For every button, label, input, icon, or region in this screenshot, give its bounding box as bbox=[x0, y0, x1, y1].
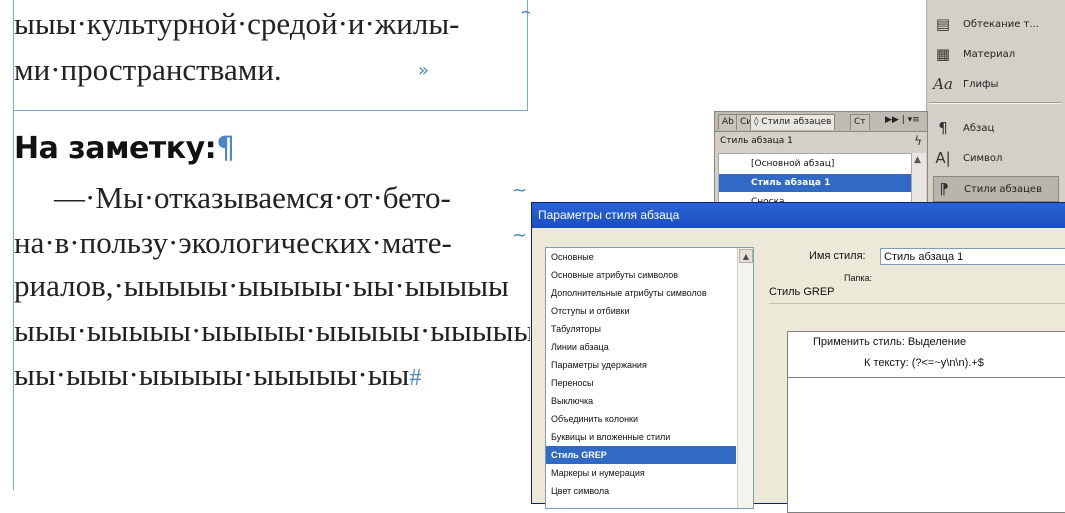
palette-tabs: Ab Си ◊ Стили абзацев Ст ▶▶ | ▾≡ bbox=[715, 112, 927, 132]
folder-label: Папка: bbox=[844, 273, 872, 283]
text-line-1[interactable]: ыыы·культурной·средой·и·жилы- bbox=[14, 6, 459, 42]
category-scrollbar[interactable]: ▲ bbox=[737, 248, 753, 508]
category-item[interactable]: Объединить колонки bbox=[546, 410, 736, 428]
body-line-3[interactable]: риалов,·ыыыыы·ыыыыы·ыы·ыыыыы bbox=[14, 268, 509, 304]
panel-item-label: Абзац bbox=[963, 122, 995, 134]
text-line-2[interactable]: ми·пространствами. bbox=[14, 52, 282, 88]
style-name-input[interactable] bbox=[880, 248, 1065, 265]
hyphen-marker-2: ~ bbox=[512, 180, 528, 201]
category-item[interactable]: Буквицы и вложенные стили bbox=[546, 428, 736, 446]
dialog-titlebar[interactable]: Параметры стиля абзаца bbox=[532, 203, 1065, 228]
body-line-1[interactable]: —·Мы·отказываемся·от·бето- bbox=[54, 180, 451, 216]
tools-panel: ▤ Обтекание т... ▦ Материал Aa Глифы ¶ А… bbox=[926, 0, 1065, 205]
category-item[interactable]: Линии абзаца bbox=[546, 338, 736, 356]
panel-separator bbox=[929, 102, 1062, 104]
style-item-style1[interactable]: Стиль абзаца 1 bbox=[719, 174, 912, 192]
section-title: Стиль GREP bbox=[769, 286, 835, 298]
anchor-marker: » bbox=[418, 60, 430, 81]
panel-item-paragraph-styles[interactable]: ⁋ Стили абзацев bbox=[933, 176, 1059, 202]
category-item[interactable]: Маркеры и нумерация bbox=[546, 464, 736, 482]
text-frame-bottom-edge bbox=[13, 110, 528, 111]
panel-item-label: Материал bbox=[963, 48, 1016, 60]
category-item[interactable]: Выключка bbox=[546, 392, 736, 410]
category-item[interactable]: Параметры удержания bbox=[546, 356, 736, 374]
heading-note[interactable]: На заметку:¶ bbox=[14, 131, 235, 166]
body-line-2[interactable]: на·в·пользу·экологических·мате- bbox=[14, 225, 452, 261]
glyphs-icon: Aa bbox=[933, 75, 953, 93]
palette-menu-icon[interactable]: ▶▶ | ▾≡ bbox=[885, 115, 920, 125]
text-wrap-icon: ▤ bbox=[935, 15, 951, 33]
body-line-4[interactable]: ыыы·ыыыыы·ыыыыы·ыыыыы·ыыыыы bbox=[14, 313, 530, 349]
end-of-story-mark: # bbox=[409, 365, 422, 391]
styles-list[interactable]: [Основной абзац] Стиль абзаца 1 Сноска bbox=[718, 153, 913, 207]
document-page[interactable]: ыыы·культурной·средой·и·жилы- ми·простра… bbox=[0, 0, 530, 490]
paragraph-styles-palette: Ab Си ◊ Стили абзацев Ст ▶▶ | ▾≡ Стиль а… bbox=[714, 111, 928, 208]
panel-item-label: Стили абзацев bbox=[964, 183, 1042, 195]
tab-paragraph-styles[interactable]: ◊ Стили абзацев bbox=[750, 114, 836, 130]
lightning-icon[interactable]: ϟ bbox=[914, 134, 922, 148]
body-line-5-text: ыы·ыыы·ыыыыы·ыыыыы·ыы bbox=[14, 357, 410, 392]
paragraph-style-options-dialog: Параметры стиля абзаца Основные Основные… bbox=[531, 202, 1065, 513]
grep-apply-style[interactable]: Применить стиль: Выделение bbox=[813, 336, 966, 348]
category-item[interactable]: Табуляторы bbox=[546, 320, 736, 338]
grep-styles-box[interactable]: Применить стиль: Выделение К тексту: (?<… bbox=[787, 331, 1065, 513]
style-item-basic[interactable]: [Основной абзац] bbox=[719, 155, 912, 173]
story-icon: ▦ bbox=[935, 45, 951, 63]
panel-item-story[interactable]: ▦ Материал bbox=[933, 42, 1057, 66]
pilcrow-mark: ¶ bbox=[216, 131, 235, 166]
category-item[interactable]: Цвет символа bbox=[546, 482, 736, 500]
category-item[interactable]: Основные bbox=[546, 248, 736, 266]
dialog-title: Параметры стиля абзаца bbox=[538, 208, 680, 222]
panel-item-text-wrap[interactable]: ▤ Обтекание т... bbox=[933, 12, 1057, 36]
panel-item-glyphs[interactable]: Aa Глифы bbox=[933, 72, 1057, 96]
scroll-up-icon[interactable]: ▲ bbox=[739, 249, 753, 263]
panel-item-label: Символ bbox=[963, 152, 1003, 164]
category-item[interactable]: Основные атрибуты символов bbox=[546, 266, 736, 284]
grep-to-text[interactable]: К тексту: (?<=~y\n\n).+$ bbox=[864, 357, 984, 369]
body-line-5[interactable]: ыы·ыыы·ыыыыы·ыыыыы·ыы# bbox=[14, 357, 421, 396]
paragraph-styles-icon: ⁋ bbox=[939, 180, 949, 198]
hyphen-marker-3: ~ bbox=[512, 225, 528, 246]
paragraph-icon: ¶ bbox=[938, 119, 948, 137]
category-item[interactable]: Отступы и отбивки bbox=[546, 302, 736, 320]
panel-item-paragraph[interactable]: ¶ Абзац bbox=[933, 116, 1057, 140]
category-item[interactable]: Переносы bbox=[546, 374, 736, 392]
scroll-up-icon[interactable]: ▲ bbox=[914, 155, 921, 165]
grep-rule-separator bbox=[788, 377, 1065, 378]
category-item[interactable]: Дополнительные атрибуты символов bbox=[546, 284, 736, 302]
category-list[interactable]: Основные Основные атрибуты символов Допо… bbox=[545, 247, 754, 509]
heading-text: На заметку: bbox=[14, 131, 217, 166]
panel-item-character[interactable]: A| Символ bbox=[933, 146, 1057, 170]
tab-ab[interactable]: Ab bbox=[718, 114, 738, 130]
category-item-grep-selected[interactable]: Стиль GREP bbox=[546, 446, 736, 464]
tab-st[interactable]: Ст bbox=[850, 114, 870, 130]
hyphen-marker: ~ bbox=[520, 2, 530, 23]
character-icon: A| bbox=[935, 149, 951, 167]
styles-scrollbar[interactable]: ▲ bbox=[911, 153, 926, 207]
panel-item-label: Обтекание т... bbox=[963, 18, 1039, 30]
current-style-name: Стиль абзаца 1 bbox=[720, 136, 793, 146]
style-name-label: Имя стиля: bbox=[809, 250, 866, 262]
section-divider bbox=[769, 303, 1065, 304]
panel-item-label: Глифы bbox=[963, 78, 999, 90]
